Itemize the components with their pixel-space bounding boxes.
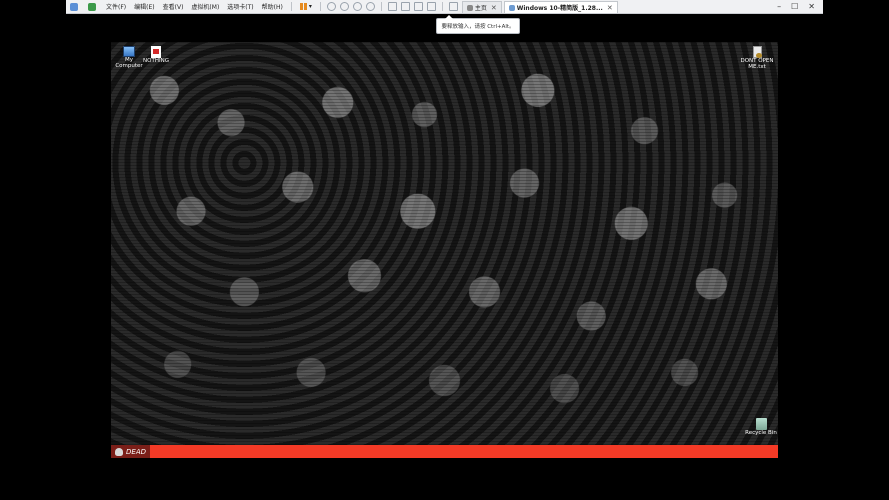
menu-file[interactable]: 文件(F) — [102, 0, 130, 13]
revert-snapshot-button[interactable] — [352, 2, 362, 11]
tooltip-text: 要释放输入，请按 Ctrl+Alt。 — [441, 24, 515, 30]
menu-file-label: 文件(F) — [106, 4, 127, 11]
hand-icon — [115, 447, 123, 456]
menu-view-label: 查看(V) — [162, 4, 184, 11]
menu-vm-label: 虚拟机(M) — [191, 4, 220, 11]
send-ctrl-alt-del-button[interactable] — [326, 2, 336, 11]
pause-button[interactable]: ▾ — [296, 0, 316, 13]
taskbar: DEAD — [111, 445, 778, 458]
desktop-icon-dont-open-me[interactable]: DONT OPEN ME.txt — [739, 46, 775, 70]
desktop-icon-recycle-bin[interactable]: Recycle Bin — [743, 418, 778, 436]
home-icon — [466, 4, 473, 11]
unity-button[interactable] — [426, 2, 436, 11]
menu-tabs-label: 选项卡(T) — [227, 4, 254, 11]
minimize-icon[interactable]: – — [777, 2, 781, 11]
desktop-icon-label: Recycle Bin — [745, 430, 777, 436]
recycle-bin-icon — [755, 418, 767, 430]
desktop-icon-label: NOTHING — [143, 58, 169, 64]
close-icon[interactable]: ✕ — [491, 4, 497, 12]
fullscreen-button[interactable] — [413, 2, 423, 11]
toolbar-separator — [441, 2, 443, 11]
snapshot-button[interactable] — [339, 2, 349, 11]
vmware-logo — [84, 0, 102, 13]
vmware-toolbar: 文件(F) 编辑(E) 查看(V) 虚拟机(M) 选项卡(T) 帮助(H) ▾ … — [66, 0, 823, 14]
menu-help[interactable]: 帮助(H) — [258, 0, 287, 13]
view-button[interactable] — [387, 2, 397, 11]
guest-desktop[interactable]: My Computer NOTHING DONT OPEN ME.txt Rec… — [111, 42, 778, 445]
console-view-button[interactable] — [400, 2, 410, 11]
toolbar-separator — [319, 2, 321, 11]
start-button-label: DEAD — [126, 447, 146, 456]
desktop-icon-label: DONT OPEN ME.txt — [740, 58, 774, 70]
toolbar-separator — [380, 2, 382, 11]
menu-edit[interactable]: 编辑(E) — [130, 0, 158, 13]
tab-vm[interactable]: Windows 10-精简版_1.28... ✕ — [503, 1, 618, 13]
tab-home-label: 主页 — [474, 5, 487, 12]
close-icon[interactable]: ✕ — [607, 4, 613, 12]
menu-edit-label: 编辑(E) — [134, 4, 155, 11]
start-button[interactable]: DEAD — [111, 445, 150, 458]
menu-vm[interactable]: 虚拟机(M) — [187, 0, 223, 13]
pin-icon — [70, 2, 78, 11]
pdf-icon — [151, 46, 161, 58]
text-file-icon — [752, 46, 762, 58]
menu-help-label: 帮助(H) — [261, 4, 283, 11]
menu-view[interactable]: 查看(V) — [159, 0, 188, 13]
window-controls: – ☐ ✕ — [777, 2, 823, 11]
library-button[interactable] — [448, 2, 458, 11]
maximize-icon[interactable]: ☐ — [791, 2, 798, 11]
pause-icon — [299, 3, 307, 10]
pin-button[interactable] — [66, 0, 84, 13]
vm-icon — [508, 4, 515, 11]
release-input-tooltip: 要释放输入，请按 Ctrl+Alt。 — [436, 15, 520, 34]
tab-home[interactable]: 主页 ✕ — [461, 1, 502, 13]
desktop-icon-nothing[interactable]: NOTHING — [138, 46, 174, 64]
menu-tabs[interactable]: 选项卡(T) — [223, 0, 257, 13]
close-window-icon[interactable]: ✕ — [808, 2, 815, 11]
computer-icon — [123, 46, 135, 57]
toolbar-separator — [290, 2, 292, 11]
snapshot-manager-button[interactable] — [365, 2, 375, 11]
vmware-logo-icon — [88, 2, 96, 11]
tab-vm-label: Windows 10-精简版_1.28... — [516, 5, 603, 12]
